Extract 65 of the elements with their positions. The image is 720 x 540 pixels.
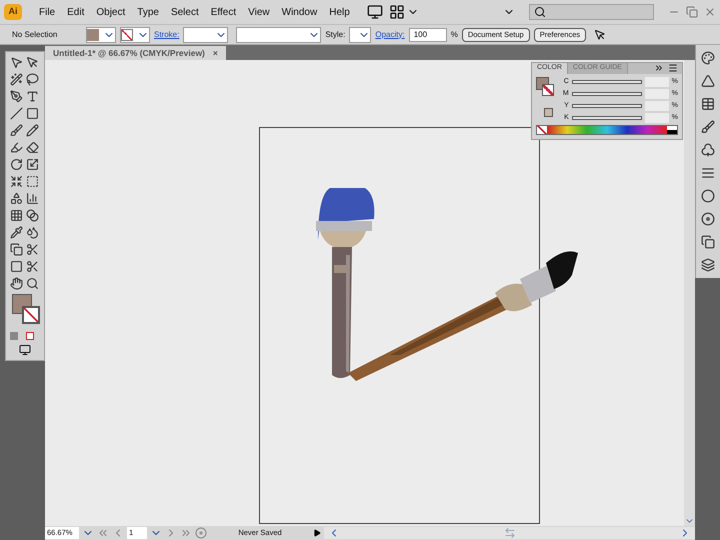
out-of-gamut-swatch[interactable] (544, 108, 553, 117)
hand-icon[interactable] (10, 277, 23, 290)
fill-stroke-swatches[interactable] (536, 77, 555, 97)
stroke-link[interactable]: Stroke: (154, 28, 180, 40)
document-tab[interactable]: Untitled-1* @ 66.67% (CMYK/Preview) × (45, 46, 226, 60)
fill-swatch (87, 28, 99, 40)
scissors-icon[interactable] (26, 260, 39, 273)
selection-icon[interactable] (10, 56, 23, 69)
fill-dropdown[interactable] (86, 26, 116, 42)
rectangle-icon[interactable] (26, 107, 39, 120)
eyedropper-icon[interactable] (10, 226, 23, 239)
type-icon[interactable] (26, 90, 39, 103)
magic-wand-icon[interactable] (10, 73, 23, 86)
menu-item[interactable]: Edit (64, 4, 88, 20)
graph-icon[interactable] (26, 192, 39, 205)
no-stroke-icon (121, 28, 133, 40)
rotate-icon[interactable] (10, 158, 23, 171)
selection-label: No Selection (12, 28, 58, 40)
channel-field[interactable] (644, 113, 669, 123)
arrange-documents-icon[interactable] (388, 4, 405, 20)
channel-field[interactable] (644, 77, 669, 87)
percent-label: % (450, 28, 458, 40)
horizontal-scrollbar[interactable] (324, 527, 695, 539)
restore-icon[interactable] (686, 6, 698, 18)
menu-item[interactable]: Effect (208, 4, 240, 20)
collapse-icon[interactable] (654, 63, 664, 73)
menu-item[interactable]: File (36, 4, 58, 20)
none-swatch[interactable] (537, 126, 547, 134)
channel-field[interactable] (644, 89, 669, 99)
line-icon[interactable] (10, 107, 23, 120)
stroke-dropdown[interactable] (120, 26, 150, 42)
mesh-icon[interactable] (10, 209, 23, 222)
menu-item[interactable]: Type (134, 4, 162, 20)
search-field[interactable] (529, 4, 654, 20)
scale-icon[interactable] (26, 158, 39, 171)
brush-dropdown[interactable] (236, 26, 322, 42)
brush-icon[interactable] (10, 124, 23, 137)
eraser-icon[interactable] (26, 141, 39, 154)
document-title: Untitled-1* @ 66.67% (CMYK/Preview) (53, 46, 205, 60)
channel-field[interactable] (644, 101, 669, 111)
layers-icon[interactable] (701, 258, 715, 272)
color-spectrum[interactable] (547, 126, 667, 134)
menu-item[interactable]: Window (278, 4, 320, 20)
menu-item[interactable]: Select (168, 4, 202, 20)
close-icon[interactable] (704, 6, 716, 18)
menu-item[interactable]: View (245, 4, 273, 20)
opacity-field[interactable]: 100 (408, 28, 447, 42)
default-colors-swatch[interactable] (667, 126, 677, 134)
menu-item[interactable]: Object (93, 4, 128, 20)
close-tab-button[interactable]: × (212, 46, 218, 60)
pen-icon[interactable] (10, 90, 23, 103)
pencil-icon[interactable] (26, 124, 39, 137)
panel-menu-icon[interactable] (668, 63, 678, 73)
palette-icon[interactable] (701, 51, 715, 65)
style-dropdown[interactable] (349, 26, 372, 42)
lasso-icon[interactable] (26, 73, 39, 86)
app-logo: Ai (4, 4, 22, 20)
status-menu-icon[interactable] (313, 529, 321, 537)
zoom-icon[interactable] (26, 277, 39, 290)
stroke-weight-dropdown[interactable] (183, 26, 228, 42)
style-label: Style: (325, 28, 346, 40)
menu-item[interactable]: Help (326, 4, 353, 20)
search-icon (534, 6, 546, 18)
opacity-link[interactable]: Opacity: (375, 28, 405, 40)
direct-selection-icon[interactable] (26, 56, 39, 69)
